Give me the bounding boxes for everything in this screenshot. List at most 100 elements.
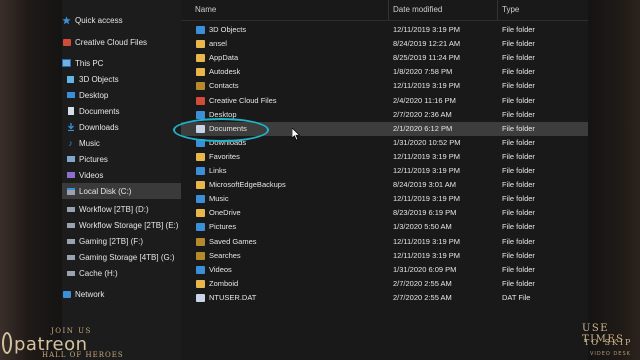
file-name: Favorites (209, 151, 240, 161)
file-name-cell: ansel (196, 37, 386, 51)
file-type: File folder (502, 166, 535, 175)
cloud-folder-icon (196, 96, 205, 105)
file-name: OneDrive (209, 208, 241, 218)
video-edge-right (588, 0, 640, 360)
file-date-modified: 8/23/2019 6:19 PM (393, 208, 457, 218)
drive-icon (66, 237, 75, 246)
file-date-modified: 12/11/2019 3:19 PM (393, 151, 460, 161)
nav-cache-h[interactable]: Cache (H:) (66, 265, 185, 281)
nav-desktop[interactable]: Desktop (66, 87, 185, 103)
file-name: ansel (209, 39, 227, 49)
file-row[interactable]: Saved Games 12/11/2019 3:19 PM File folder (181, 235, 588, 249)
file-row[interactable]: MicrosoftEdgeBackups 8/24/2019 3:01 AM Fil… (181, 178, 588, 192)
nav-gaming-f[interactable]: Gaming [2TB] (F:) (66, 233, 185, 249)
file-name-cell: Creative Cloud Files (196, 94, 386, 108)
patreon-hall-text: HALL OF HEROES (42, 351, 124, 359)
nav-label: Downloads (79, 122, 119, 132)
folder-icon (196, 279, 205, 288)
nav-3d-objects[interactable]: 3D Objects (66, 71, 185, 87)
nav-network[interactable]: Network (62, 286, 181, 302)
column-date-modified[interactable]: Date modified (388, 0, 497, 20)
file-row[interactable]: Pictures 1/3/2020 5:50 AM File folder (181, 220, 588, 234)
file-date-modified: 2/7/2020 2:55 AM (393, 278, 452, 288)
nav-downloads[interactable]: Downloads (66, 119, 185, 135)
file-name-cell: Contacts (196, 79, 386, 93)
nav-creative-cloud-files[interactable]: Creative Cloud Files (62, 34, 181, 50)
file-row[interactable]: NTUSER.DAT 2/7/2020 2:55 AM DAT File (181, 291, 588, 305)
file-type: File folder (502, 53, 535, 63)
file-type: File folder (502, 208, 535, 218)
file-type: File folder (502, 264, 535, 274)
file-date-modified: 12/11/2019 3:19 PM (393, 250, 460, 260)
file-name: Searches (209, 250, 241, 260)
file-type: File folder (502, 137, 535, 147)
file-date-modified: 12/11/2019 3:19 PM (393, 236, 460, 246)
file-date-modified: 1/31/2020 6:09 PM (393, 264, 457, 274)
file-row[interactable]: ansel 8/24/2019 12:21 AM File folder (181, 37, 588, 51)
document-icon (66, 107, 75, 116)
file-list: ^ Name Date modified Type 3D Objects 12/1… (181, 0, 588, 360)
drive-icon (66, 253, 75, 262)
file-row[interactable]: Searches 12/11/2019 3:19 PM File folder (181, 249, 588, 263)
file-name: Creative Cloud Files (209, 95, 277, 105)
nav-label: Workflow [2TB] (D:) (79, 204, 149, 214)
video-icon (196, 265, 205, 274)
file-name-cell: OneDrive (196, 206, 386, 220)
nav-label: Documents (79, 106, 120, 116)
file-row[interactable]: Zomboid 2/7/2020 2:55 AM File folder (181, 277, 588, 291)
drive-icon (66, 187, 75, 196)
column-name[interactable]: Name (190, 0, 388, 20)
highlight-circle-annotation (173, 118, 269, 142)
file-row[interactable]: Videos 1/31/2020 6:09 PM File folder (181, 263, 588, 277)
file-date-modified: 2/7/2020 2:36 AM (393, 109, 452, 119)
file-name: AppData (209, 53, 239, 63)
file-name-cell: Favorites (196, 150, 386, 164)
column-type[interactable]: Type (497, 0, 577, 20)
file-type: File folder (502, 236, 535, 246)
file-name: Saved Games (209, 236, 257, 246)
contacts-icon (196, 82, 205, 91)
file-type: File folder (502, 123, 535, 133)
file-name: MicrosoftEdgeBackups (209, 180, 286, 190)
nav-gaming-storage-g[interactable]: Gaming Storage [4TB] (G:) (66, 249, 185, 265)
file-row[interactable]: Music 12/11/2019 3:19 PM File folder (181, 192, 588, 206)
file-row[interactable]: 3D Objects 12/11/2019 3:19 PM File folder (181, 23, 588, 37)
file-date-modified: 8/24/2019 12:21 AM (393, 39, 461, 49)
mouse-cursor-icon (291, 127, 301, 146)
file-name-cell: Music (196, 192, 386, 206)
file-type: File folder (502, 250, 535, 260)
file-row[interactable]: AppData 8/25/2019 11:24 PM File folder (181, 51, 588, 65)
nav-label: Quick access (75, 15, 123, 25)
file-name-cell: Saved Games (196, 235, 386, 249)
file-row[interactable]: Contacts 12/11/2019 3:19 PM File folder (181, 79, 588, 93)
file-name: 3D Objects (209, 25, 247, 34)
music-icon (196, 195, 205, 204)
file-type: File folder (502, 39, 535, 49)
file-type: File folder (502, 278, 535, 288)
file-name-cell: Links (196, 164, 386, 178)
file-row[interactable]: Links 12/11/2019 3:19 PM File folder (181, 164, 588, 178)
file-date-modified: 8/24/2019 3:01 AM (393, 180, 456, 190)
desktop-icon (196, 110, 205, 119)
nav-workflow-storage-e[interactable]: Workflow Storage [2TB] (E:) (66, 217, 185, 233)
nav-videos[interactable]: Videos (66, 167, 185, 183)
file-row[interactable]: OneDrive 8/23/2019 6:19 PM File folder (181, 206, 588, 220)
file-name-cell: Pictures (196, 220, 386, 234)
nav-pictures[interactable]: Pictures (66, 151, 185, 167)
file-type: File folder (502, 180, 535, 190)
desktop-icon (66, 91, 75, 100)
file-date-modified: 1/31/2020 10:52 PM (393, 137, 461, 147)
file-row[interactable]: Autodesk 1/8/2020 7:58 PM File folder (181, 65, 588, 79)
nav-local-disk-c[interactable]: Local Disk (C:) (62, 183, 181, 199)
nav-workflow-d[interactable]: Workflow [2TB] (D:) (66, 201, 185, 217)
nav-quick-access[interactable]: Quick access (62, 12, 181, 28)
nav-documents[interactable]: Documents (66, 103, 185, 119)
search-icon (196, 251, 205, 260)
file-type: File folder (502, 95, 535, 105)
nav-music[interactable]: ♪ Music (66, 135, 185, 151)
file-type: File folder (502, 67, 535, 77)
file-row[interactable]: Favorites 12/11/2019 3:19 PM File folder (181, 150, 588, 164)
nav-this-pc[interactable]: This PC (62, 55, 181, 71)
file-name-cell: Videos (196, 263, 386, 277)
file-row[interactable]: Creative Cloud Files 2/4/2020 11:16 PM Fil… (181, 94, 588, 108)
